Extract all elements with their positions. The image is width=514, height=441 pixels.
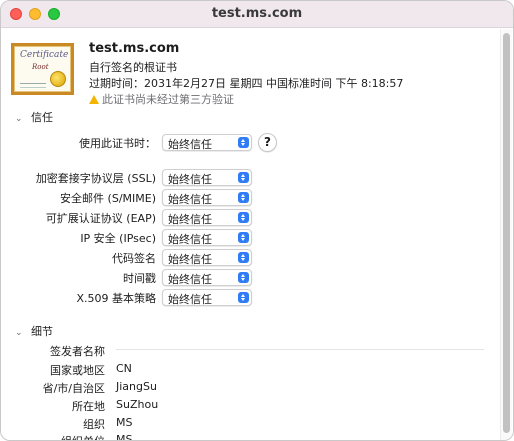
trust-x509-select[interactable]: 始终信任 [162,289,252,306]
trust-row-label: 可扩展认证协议 (EAP) [45,212,156,225]
detail-value: JiangSu [116,380,157,393]
detail-label: 国家或地区 [50,364,105,377]
trust-section-header[interactable]: ⌄ 信任 [15,109,53,125]
select-arrows-icon [238,292,249,303]
trust-timestamp-select[interactable]: 始终信任 [162,269,252,286]
chevron-down-icon[interactable]: ⌄ [15,328,31,338]
detail-label: 组织 [83,418,105,431]
select-arrows-icon [238,172,249,183]
certificate-name: test.ms.com [89,41,180,56]
detail-label: 省/市/自治区 [42,382,105,395]
certificate-warning: 此证书尚未经过第三方验证 [89,91,234,107]
trust-ssl-select[interactable]: 始终信任 [162,169,252,186]
select-arrows-icon [238,232,249,243]
certificate-warning-text: 此证书尚未经过第三方验证 [102,93,234,106]
certificate-icon: Certificate Root [11,43,74,95]
detail-label: 组织单位 [9,433,105,440]
trust-section-label: 信任 [31,111,53,124]
chevron-down-icon[interactable]: ⌄ [15,114,31,124]
use-certificate-label: 使用此证书时： [79,137,156,150]
certificate-icon-text: Certificate [20,50,69,60]
warning-icon [89,95,99,104]
trust-row-label: 加密套接字协议层 (SSL) [35,172,156,185]
trust-x509-value: 始终信任 [168,293,212,306]
trust-code-signing-value: 始终信任 [168,253,212,266]
use-certificate-value: 始终信任 [168,138,212,151]
details-section-header[interactable]: ⌄ 细节 [15,323,53,339]
select-arrows-icon [238,272,249,283]
select-arrows-icon [238,212,249,223]
trust-smime-select[interactable]: 始终信任 [162,189,252,206]
trust-ipsec-select[interactable]: 始终信任 [162,229,252,246]
trust-timestamp-value: 始终信任 [168,273,212,286]
certificate-icon-lines [20,83,46,84]
window-title: test.ms.com [211,6,303,21]
trust-row-label: 代码签名 [112,252,156,265]
scrollbar-thumb[interactable] [503,33,510,433]
details-section-label: 细节 [31,325,53,338]
trust-row-label: 时间戳 [123,272,156,285]
trust-ssl-value: 始终信任 [168,173,212,186]
detail-label: 所在地 [72,400,105,413]
trust-row-label: X.509 基本策略 [76,292,156,305]
trust-eap-value: 始终信任 [168,213,212,226]
vertical-scrollbar[interactable] [500,29,512,440]
select-arrows-icon [238,192,249,203]
use-certificate-select[interactable]: 始终信任 [162,134,252,151]
help-button[interactable]: ? [258,133,277,152]
certificate-content: Certificate Root test.ms.com 自行签名的根证书 过期… [1,29,501,441]
issuer-divider [116,349,484,350]
select-arrows-icon [238,137,249,148]
certificate-type: 自行签名的根证书 [89,61,177,74]
certificate-icon-root-text: Root [32,63,49,71]
trust-eap-select[interactable]: 始终信任 [162,209,252,226]
title-bar: test.ms.com [1,1,513,28]
issuer-name-heading: 签发者名称 [50,345,105,358]
detail-value: MS [116,433,133,441]
trust-smime-value: 始终信任 [168,193,212,206]
trust-row-label: 安全邮件 (S/MIME) [60,192,156,205]
detail-value: SuZhou [116,398,159,411]
trust-ipsec-value: 始终信任 [168,233,212,246]
select-arrows-icon [238,252,249,263]
seal-icon [50,71,66,87]
detail-value: CN [116,362,132,375]
detail-value: MS [116,416,133,429]
trust-row-label: IP 安全 (IPsec) [80,232,156,245]
trust-code-signing-select[interactable]: 始终信任 [162,249,252,266]
certificate-expiry: 过期时间：2031年2月27日 星期四 中国标准时间 下午 8:18:57 [89,77,404,90]
certificate-window: test.ms.com Certificate Root test.ms.com… [0,0,514,441]
